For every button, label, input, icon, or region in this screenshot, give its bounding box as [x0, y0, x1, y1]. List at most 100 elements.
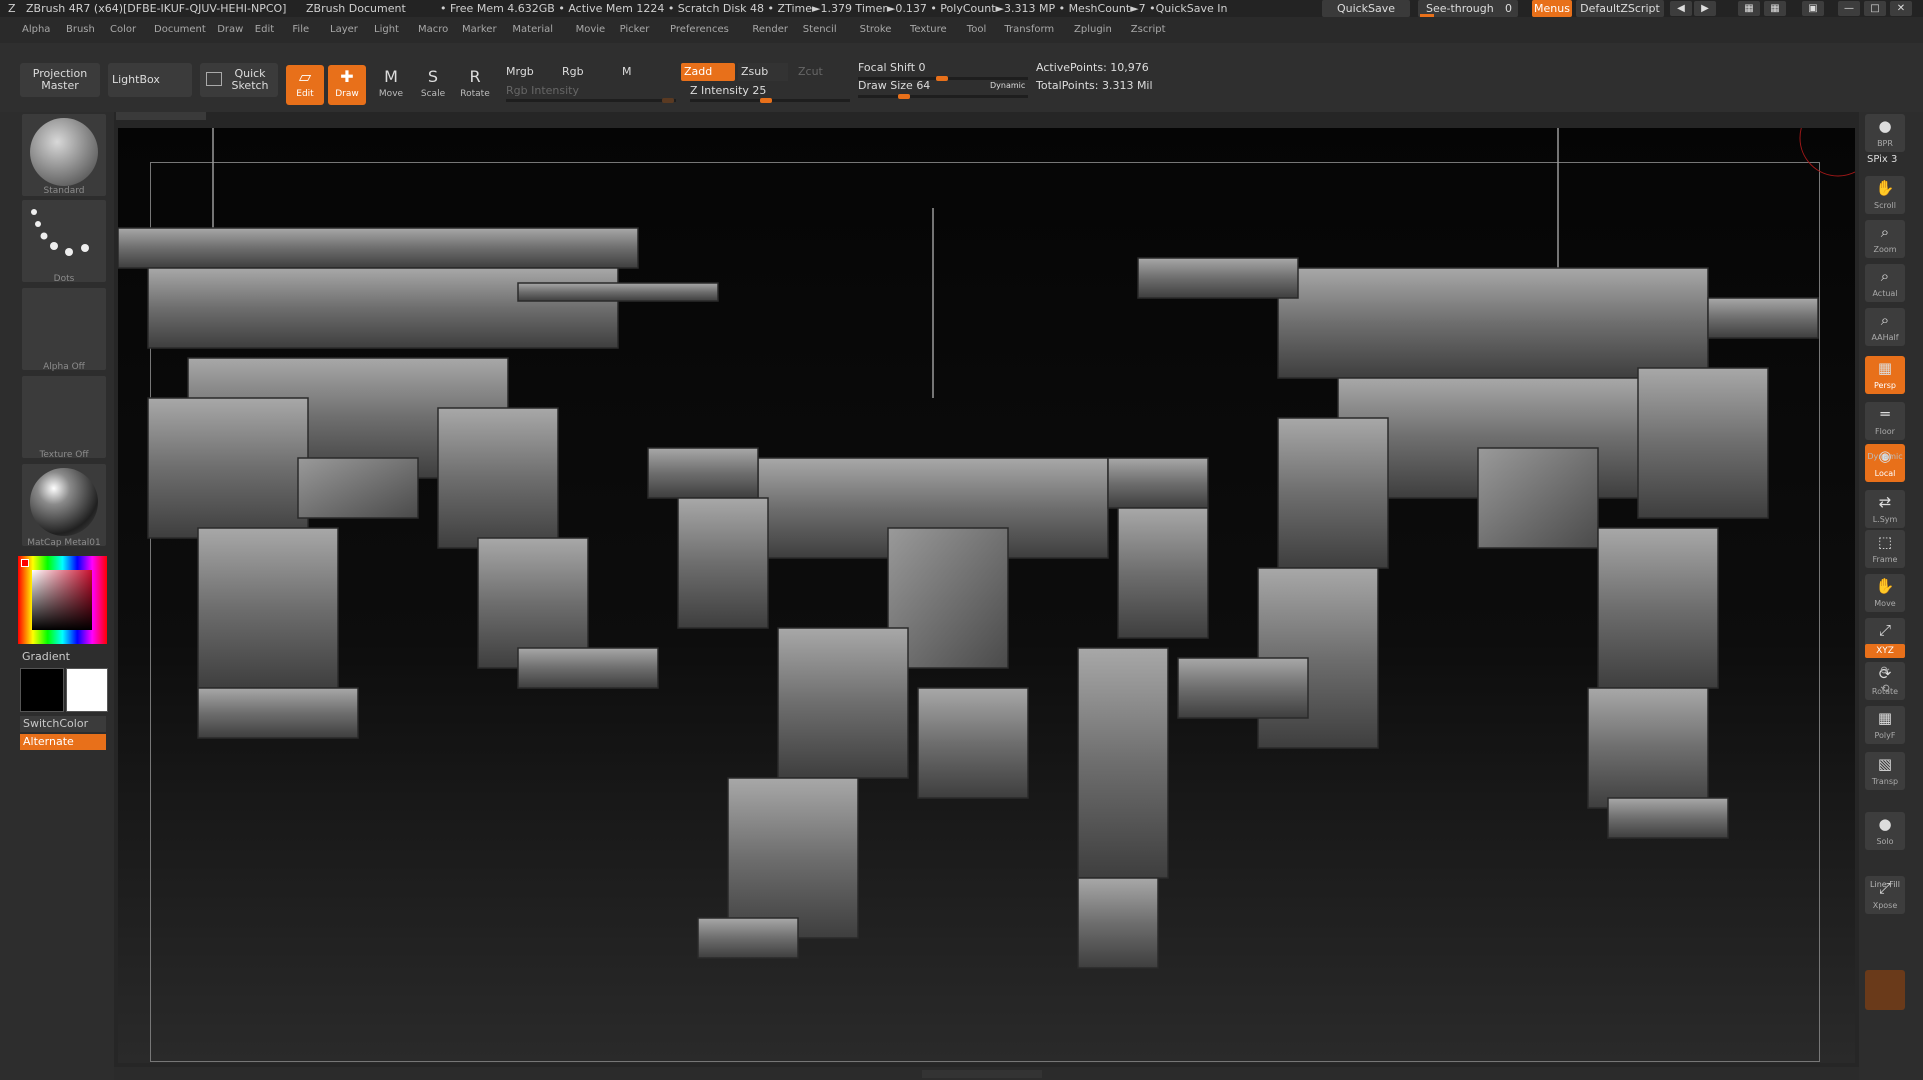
menu-transform[interactable]: Transform: [1004, 17, 1054, 43]
menu-stencil[interactable]: Stencil: [803, 17, 837, 43]
menu-file[interactable]: File: [292, 17, 309, 43]
maximize-icon[interactable]: □: [1864, 1, 1886, 16]
dock-right-icon[interactable]: ▶: [1694, 1, 1716, 16]
default-zscript-button[interactable]: DefaultZScript: [1576, 0, 1664, 17]
menu-zplugin[interactable]: Zplugin: [1074, 17, 1112, 43]
persp-label: Persp: [1874, 381, 1896, 390]
floor-view-button[interactable]: ═ Floor: [1865, 402, 1905, 440]
rgb-intensity-slider[interactable]: Rgb Intensity: [506, 82, 676, 100]
layout-alt-icon[interactable]: ▦: [1764, 1, 1786, 16]
bottom-tray-handle[interactable]: [922, 1070, 1042, 1078]
material-picker[interactable]: [22, 464, 106, 546]
frame-view-button[interactable]: ⬚ Frame: [1865, 530, 1905, 568]
alpha-picker[interactable]: [22, 288, 106, 370]
stroke-label: Dots: [53, 274, 75, 284]
zbrush-logo-icon: Z: [8, 2, 16, 15]
zoom-view-button[interactable]: ⌕ Zoom: [1865, 220, 1905, 258]
rotate-ccw-icon[interactable]: ⟲: [1865, 682, 1905, 695]
menu-edit[interactable]: Edit: [255, 17, 274, 43]
rgb-button[interactable]: Rgb: [562, 63, 610, 81]
quick-sketch-label-2: Sketch: [231, 79, 269, 92]
menu-light[interactable]: Light: [374, 17, 399, 43]
draw-tool-button[interactable]: ✚ Draw: [328, 65, 366, 105]
edit-tool-button[interactable]: ▱ Edit: [286, 65, 324, 105]
xyz-symmetry-button[interactable]: XYZ: [1865, 644, 1905, 658]
local-view-button[interactable]: ◉ Local: [1865, 444, 1905, 482]
secondary-color-swatch[interactable]: [66, 668, 108, 712]
menu-tool[interactable]: Tool: [967, 17, 986, 43]
lightbox-button[interactable]: LightBox: [108, 63, 192, 97]
menu-marker[interactable]: Marker: [462, 17, 497, 43]
brush-standard-icon: [30, 118, 98, 186]
persp-icon: ▦: [1877, 359, 1893, 377]
menu-draw[interactable]: Draw: [217, 17, 243, 43]
menu-render[interactable]: Render: [752, 17, 788, 43]
menus-button[interactable]: Menus: [1532, 0, 1572, 17]
aahalf-view-button[interactable]: ⌕ AAHalf: [1865, 308, 1905, 346]
menu-picker[interactable]: Picker: [620, 17, 650, 43]
alternate-button[interactable]: Alternate: [20, 734, 106, 750]
see-through-slider[interactable]: See-through 0: [1418, 0, 1518, 17]
menu-document[interactable]: Document: [154, 17, 206, 43]
zsub-button[interactable]: Zsub: [738, 63, 788, 81]
lock-icon[interactable]: ▣: [1802, 1, 1824, 16]
color-picker[interactable]: [18, 556, 107, 644]
canvas-scrollbar[interactable]: [116, 112, 206, 120]
menu-brush[interactable]: Brush: [66, 17, 95, 43]
menu-stroke[interactable]: Stroke: [860, 17, 892, 43]
mech-left: [118, 128, 719, 739]
edit-icon: ▱: [298, 67, 312, 86]
move-tool-button[interactable]: M Move: [372, 65, 410, 105]
menu-material[interactable]: Material: [512, 17, 553, 43]
mrgb-button[interactable]: Mrgb: [506, 63, 554, 81]
menu-color[interactable]: Color: [110, 17, 136, 43]
brush-picker[interactable]: [22, 114, 106, 196]
move-view-button[interactable]: ✋ Move: [1865, 574, 1905, 612]
stroke-picker[interactable]: [22, 200, 106, 282]
quicksave-button[interactable]: QuickSave: [1322, 0, 1410, 17]
rotate-tool-button[interactable]: R Rotate: [456, 65, 494, 105]
alpha-label: Alpha Off: [43, 362, 85, 372]
color-saturation-square[interactable]: [32, 570, 92, 630]
lsym-view-button[interactable]: ⇄ L.Sym: [1865, 490, 1905, 528]
rotate-cw-icon[interactable]: ⟳: [1865, 664, 1905, 677]
scale-tool-button[interactable]: S Scale: [414, 65, 452, 105]
draw-size-slider[interactable]: Draw Size 64: [858, 77, 968, 95]
actual-view-button[interactable]: ⌕ Actual: [1865, 264, 1905, 302]
spix-control[interactable]: SPix 3: [1867, 154, 1897, 165]
switch-color-button[interactable]: SwitchColor: [20, 716, 106, 732]
bpr-icon: ●: [1878, 117, 1892, 135]
zadd-button[interactable]: Zadd: [681, 63, 735, 81]
scroll-view-button[interactable]: ✋ Scroll: [1865, 176, 1905, 214]
projection-master-button[interactable]: Projection Master: [20, 63, 100, 97]
dynamic-toggle[interactable]: Dynamic: [990, 77, 1030, 95]
zcut-button[interactable]: Zcut: [798, 63, 838, 81]
minimize-icon[interactable]: —: [1838, 1, 1860, 16]
persp-view-button[interactable]: ▦ Persp: [1865, 356, 1905, 394]
menu-layer[interactable]: Layer: [330, 17, 358, 43]
m-button[interactable]: M: [622, 63, 662, 81]
close-icon[interactable]: ✕: [1890, 1, 1912, 16]
menu-macro[interactable]: Macro: [418, 17, 448, 43]
menu-alpha[interactable]: Alpha: [22, 17, 50, 43]
polyf-view-button[interactable]: ▦ PolyF: [1865, 706, 1905, 744]
solo-view-button[interactable]: ● Solo: [1865, 812, 1905, 850]
focal-shift-slider[interactable]: Focal Shift 0: [858, 59, 988, 77]
menu-movie[interactable]: Movie: [576, 17, 606, 43]
layout-icon[interactable]: ▦: [1738, 1, 1760, 16]
menu-texture[interactable]: Texture: [910, 17, 947, 43]
menu-preferences[interactable]: Preferences: [670, 17, 729, 43]
mech-center: [647, 208, 1209, 969]
texture-picker[interactable]: [22, 376, 106, 458]
document-canvas[interactable]: [118, 128, 1855, 1063]
menu-zscript[interactable]: Zscript: [1131, 17, 1166, 43]
rgb-intensity-knob: [662, 98, 674, 103]
see-through-value: 0: [1505, 2, 1512, 15]
dynamic-solo-swatch[interactable]: [1865, 970, 1905, 1010]
main-color-swatch[interactable]: [20, 668, 64, 712]
total-points-value: 3.313 Mil: [1101, 79, 1153, 92]
dock-left-icon[interactable]: ◀: [1670, 1, 1692, 16]
transp-view-button[interactable]: ▧ Transp: [1865, 752, 1905, 790]
bpr-view-button[interactable]: ● BPR: [1865, 114, 1905, 152]
quick-sketch-button[interactable]: Quick Sketch: [200, 63, 278, 97]
